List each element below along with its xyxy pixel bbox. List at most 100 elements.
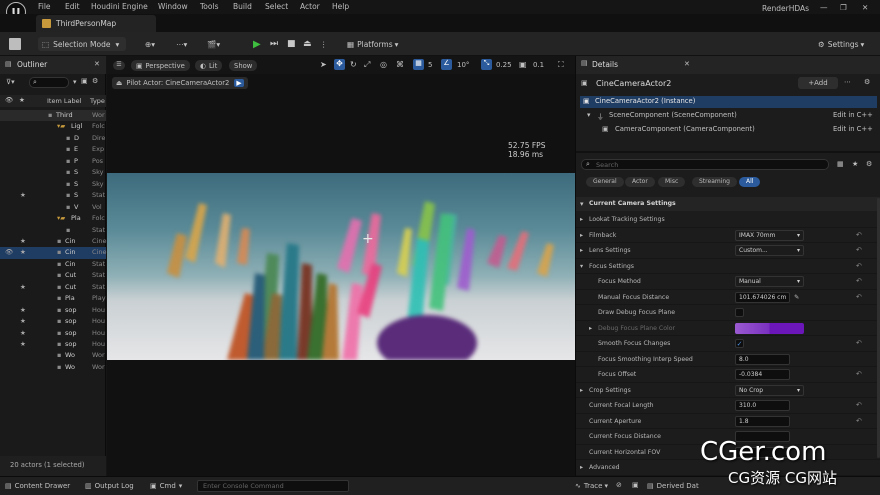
pin-icon[interactable]: ★ <box>20 329 26 337</box>
expand-arrow-icon[interactable]: ▸ <box>580 464 583 471</box>
reset-to-default-icon[interactable]: ↶ <box>856 339 862 347</box>
minimize-icon[interactable]: — <box>820 3 828 12</box>
reset-to-default-icon[interactable]: ↶ <box>856 246 862 254</box>
pin-icon[interactable]: ★ <box>20 248 26 256</box>
outliner-row[interactable]: ★ ▪ Cin Cine <box>0 236 106 247</box>
angle-snap-icon[interactable]: ∠ <box>441 59 452 70</box>
outliner-row[interactable]: ★ ▪ sop Hou <box>0 305 106 316</box>
expand-arrow-icon[interactable]: ▸ <box>580 216 583 223</box>
level-viewport[interactable]: ☰ ▣ Perspective ◐ Lit Show ➤ ✥ ↻ ⤢ ◎ ⌘ ▦… <box>107 56 575 476</box>
section-header[interactable]: ▾ Current Camera Settings <box>576 197 880 211</box>
step-icon[interactable]: ⏭ <box>270 38 278 50</box>
table-view-icon[interactable]: ▦ <box>837 160 844 168</box>
property-row[interactable]: ▸ Debug Focus Plane Color <box>576 321 880 336</box>
tab-third-person-map[interactable]: ThirdPersonMap <box>36 15 156 32</box>
eject-pilot-icon[interactable]: ⏏ <box>116 79 122 87</box>
close-icon[interactable]: ✕ <box>684 60 690 68</box>
play-icon[interactable]: ▶ <box>253 38 261 50</box>
gear-icon[interactable]: ⚙ <box>92 77 98 85</box>
outliner-row[interactable]: ▪ E Exp <box>0 144 106 155</box>
outliner-row[interactable]: ▪ Wo Wor <box>0 362 106 373</box>
add-folder-icon[interactable]: ▾ <box>73 78 77 86</box>
eject-icon[interactable]: ⏏ <box>303 38 312 50</box>
component-row[interactable]: ▣ CameraComponent (CameraComponent) Edit… <box>580 124 877 136</box>
outliner-row[interactable]: ★ ▪ sop Hou <box>0 339 106 350</box>
outliner-row[interactable]: ▪ D Dire <box>0 133 106 144</box>
category-tab[interactable]: All <box>739 177 761 187</box>
grid-snap-icon[interactable]: ▦ <box>413 59 424 70</box>
menu-edit[interactable]: Edit <box>65 2 80 11</box>
actor-name[interactable]: CineCameraActor2 <box>596 79 671 88</box>
pin-icon[interactable]: ★ <box>20 283 26 291</box>
new-folder-icon[interactable]: ▣ <box>81 77 88 85</box>
property-row[interactable]: Manual Focus Distance 101.674026 cm ✎ ↶ <box>576 290 880 305</box>
outliner-search-input[interactable]: ⌕ <box>29 77 69 88</box>
source-control-icon[interactable]: ▣ <box>632 481 639 489</box>
cmd-dropdown[interactable]: ▣ Cmd ▾ <box>150 482 182 490</box>
expand-arrow-icon[interactable]: ▸ <box>580 247 583 254</box>
pin-icon[interactable]: ★ <box>20 191 26 199</box>
grid-snap-value[interactable]: 5 <box>428 61 432 69</box>
outliner-row[interactable]: ▪ Third Wor <box>0 110 106 122</box>
property-row[interactable]: Focus Smoothing Interp Speed 8.0 <box>576 352 880 367</box>
outliner-row[interactable]: ▪ S Sky <box>0 167 106 178</box>
property-input[interactable]: 1.8 <box>735 415 790 427</box>
outliner-row[interactable]: ▪ V Vol <box>0 202 106 213</box>
property-row[interactable]: Focus Offset -0.0384 ↶ <box>576 367 880 383</box>
property-dropdown[interactable]: Manual ▾ <box>735 276 804 287</box>
pin-icon[interactable]: ★ <box>20 317 26 325</box>
scale-icon[interactable]: ⤢ <box>364 60 370 70</box>
property-input[interactable]: -0.0384 <box>735 369 790 380</box>
outliner-row[interactable]: ▪ S Sky <box>0 179 106 190</box>
reset-to-default-icon[interactable]: ↶ <box>856 370 862 378</box>
details-search-input[interactable]: ⌕ Search <box>581 159 829 170</box>
outliner-row[interactable]: ▪ Pla Play <box>0 293 106 304</box>
scale-snap-value[interactable]: 0.25 <box>496 61 512 69</box>
property-row[interactable]: Current Focal Length 310.0 ↶ <box>576 398 880 414</box>
pin-column-icon[interactable]: ★ <box>19 96 25 104</box>
viewport-menu-icon[interactable]: ☰ <box>113 61 125 70</box>
outliner-row[interactable]: ★ ▪ Cut Stat <box>0 282 106 293</box>
gear-icon[interactable]: ⚙ <box>866 160 872 168</box>
property-row[interactable]: ▸ Lookat Tracking Settings <box>576 212 880 228</box>
property-row[interactable]: Draw Debug Focus Plane <box>576 305 880 321</box>
add-actor-icon[interactable]: ⊕▾ <box>145 38 155 50</box>
angle-snap-value[interactable]: 10° <box>457 61 469 69</box>
outliner-row[interactable]: ▪ Cut Stat <box>0 270 106 281</box>
show-button[interactable]: Show <box>229 60 258 71</box>
platforms-dropdown[interactable]: ▦ Platforms ▾ <box>347 38 398 50</box>
console-input[interactable]: Enter Console Command <box>197 480 349 492</box>
outliner-row[interactable]: 👁 ★ ▪ Cin Cine <box>0 247 106 259</box>
property-input[interactable]: 101.674026 cm <box>735 291 790 303</box>
menu-help[interactable]: Help <box>332 2 349 11</box>
translate-icon[interactable]: ✥ <box>334 59 345 70</box>
category-tab[interactable]: Actor <box>625 177 655 187</box>
maximize-viewport-icon[interactable]: ⛶ <box>558 60 564 70</box>
blueprint-icon[interactable]: ⋯▾ <box>176 38 187 50</box>
menu-actor[interactable]: Actor <box>300 2 320 11</box>
property-dropdown[interactable]: No Crop ▾ <box>735 384 804 396</box>
reset-to-default-icon[interactable]: ↶ <box>856 417 862 425</box>
stop-icon[interactable]: ■ <box>287 38 296 50</box>
instance-row[interactable]: ▣ CineCameraActor2 (Instance) <box>580 96 877 108</box>
pin-icon[interactable]: ★ <box>20 340 26 348</box>
camera-icon[interactable]: ▶ <box>234 79 244 87</box>
property-input[interactable]: 8.0 <box>735 353 790 365</box>
item-label-column[interactable]: Item Label <box>47 97 81 105</box>
pin-icon[interactable]: ★ <box>20 306 26 314</box>
property-dropdown[interactable]: IMAX 70mm ▾ <box>735 229 804 241</box>
menu-build[interactable]: Build <box>233 2 252 11</box>
component-row[interactable]: ▾ ⏚ SceneComponent (SceneComponent) Edit… <box>580 110 877 122</box>
eyedropper-icon[interactable]: ✎ <box>794 294 799 301</box>
outliner-row[interactable]: ▾▰ Ligl Folc <box>0 121 106 132</box>
property-row[interactable]: Current Aperture 1.8 ↶ <box>576 414 880 429</box>
type-column[interactable]: Type <box>90 97 105 105</box>
category-tab[interactable]: Streaming <box>692 177 737 187</box>
revision-icon[interactable]: ⊘ <box>616 481 622 489</box>
visibility-column-icon[interactable]: 👁 <box>5 96 13 104</box>
property-row[interactable]: ▸ Filmback IMAX 70mm ▾ ↶ <box>576 228 880 243</box>
property-row[interactable]: ▸ Crop Settings No Crop ▾ <box>576 383 880 398</box>
expand-arrow-icon[interactable]: ▾ <box>580 263 583 270</box>
close-icon[interactable]: ✕ <box>94 60 100 68</box>
reset-to-default-icon[interactable]: ↶ <box>856 401 862 409</box>
